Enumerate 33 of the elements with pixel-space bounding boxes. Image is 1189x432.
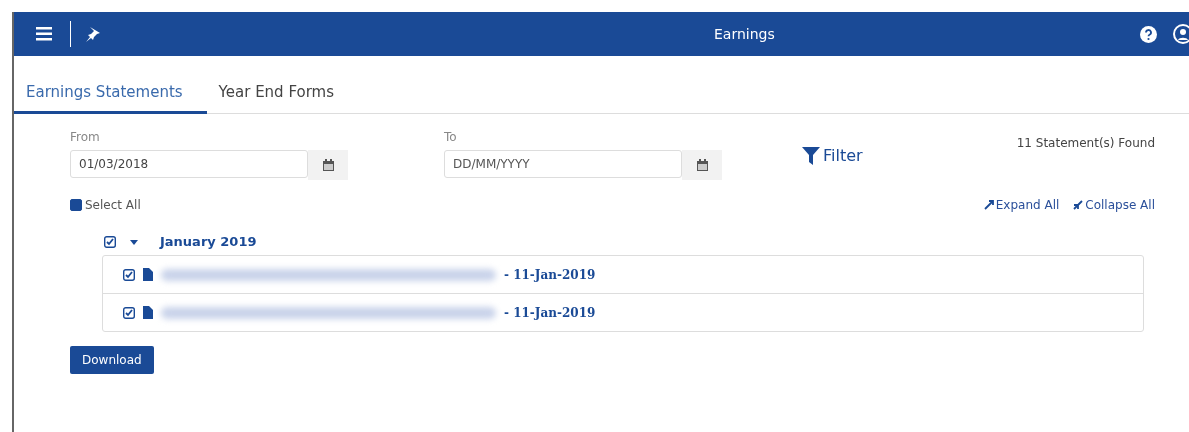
checked-checkbox[interactable] <box>104 235 116 248</box>
menu-icon[interactable] <box>36 27 52 41</box>
calendar-icon <box>696 159 708 171</box>
group-label[interactable]: January 2019 <box>160 234 257 249</box>
document-icon <box>143 268 153 281</box>
page-title: Earnings <box>714 26 775 42</box>
calendar-button[interactable] <box>682 150 722 180</box>
collapse-all-link[interactable]: Collapse All <box>1073 198 1155 212</box>
field-label: To <box>444 130 458 144</box>
results-count: 11 Statement(s) Found <box>1016 136 1155 150</box>
calendar-button[interactable] <box>308 150 348 180</box>
field-label: From <box>70 130 101 144</box>
select-all-checkbox[interactable]: Select All <box>70 198 141 212</box>
tab[interactable]: Year End Forms <box>206 83 358 114</box>
download-button[interactable]: Download <box>70 346 154 374</box>
filter-icon <box>802 146 820 165</box>
filter-button[interactable]: Filter <box>802 146 863 165</box>
user-icon[interactable] <box>1173 24 1189 44</box>
tab[interactable]: Earnings Statements <box>14 83 207 114</box>
statement-date[interactable]: - 11-Jan-2019 <box>504 267 596 282</box>
date-field[interactable]: 01/03/2018 <box>70 150 308 178</box>
help-icon[interactable] <box>1140 25 1157 43</box>
calendar-icon <box>322 159 334 171</box>
expand-icon <box>983 200 994 210</box>
document-icon <box>143 306 153 319</box>
expand-all-link[interactable]: Expand All <box>983 198 1060 212</box>
pin-icon[interactable] <box>85 26 101 42</box>
statement-date[interactable]: - 11-Jan-2019 <box>504 305 596 320</box>
checked-checkbox[interactable] <box>123 268 135 281</box>
caret-down-icon[interactable] <box>130 237 138 246</box>
checked-checkbox[interactable] <box>123 306 135 319</box>
collapse-icon <box>1073 200 1084 210</box>
date-field[interactable]: DD/MM/YYYY <box>444 150 682 178</box>
